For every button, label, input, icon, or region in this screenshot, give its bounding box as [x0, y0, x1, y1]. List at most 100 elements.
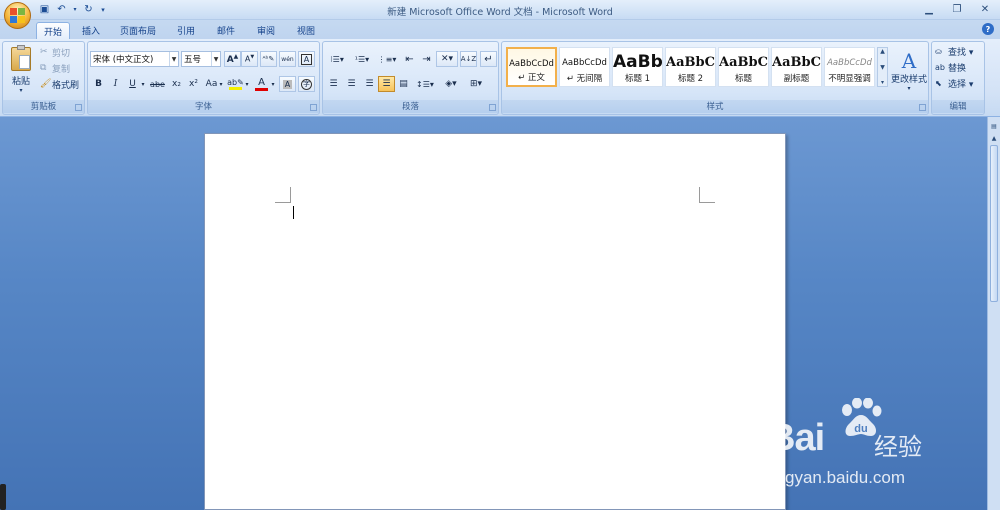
help-icon[interactable]: ?: [982, 23, 994, 35]
enclose-characters-button[interactable]: 字: [298, 76, 315, 92]
clipboard-dialog-launcher[interactable]: [75, 104, 82, 111]
replace-button[interactable]: ab 替换: [934, 59, 984, 75]
select-button[interactable]: ⬉ 选择 ▾: [934, 75, 984, 91]
highlight-button[interactable]: ab✎: [227, 76, 244, 92]
subscript-button[interactable]: x₂: [168, 76, 185, 92]
phonetic-guide-button[interactable]: wén: [279, 51, 296, 67]
line-spacing-icon: ↕☰▾: [416, 79, 434, 89]
style-subtle-emphasis[interactable]: AaBbCcDd 不明显强调: [824, 47, 875, 87]
increase-indent-button[interactable]: ⇥: [418, 51, 435, 67]
borders-button[interactable]: ⊞▾: [464, 76, 488, 92]
style-heading-1[interactable]: AaBb 标题 1: [612, 47, 663, 87]
tab-page-layout[interactable]: 页面布局: [112, 22, 164, 39]
styles-dialog-launcher[interactable]: [919, 104, 926, 111]
highlighter-icon: ab✎: [227, 78, 244, 87]
strikethrough-button[interactable]: abe: [148, 76, 167, 92]
document-page[interactable]: [204, 133, 786, 510]
bold-button[interactable]: B: [90, 76, 107, 92]
scroll-up-icon[interactable]: ▲: [989, 133, 999, 143]
align-left-button[interactable]: ☰: [325, 76, 342, 92]
underline-dropdown-icon[interactable]: ▾: [139, 76, 147, 92]
style-no-spacing[interactable]: AaBbCcDd ↵ 无间隔: [559, 47, 610, 87]
style-heading-2[interactable]: AaBbC 标题 2: [665, 47, 716, 87]
font-size-combo[interactable]: 五号 ▼: [181, 51, 221, 67]
tab-insert[interactable]: 插入: [74, 22, 108, 39]
shading-button[interactable]: ◈▾: [439, 76, 463, 92]
numbering-button[interactable]: ¹☰▾: [350, 51, 374, 67]
highlight-dropdown-icon[interactable]: ▾: [243, 76, 251, 92]
style-name: ↵ 无间隔: [566, 74, 603, 84]
select-label: 选择 ▾: [948, 79, 974, 90]
character-border-icon: A: [300, 53, 313, 65]
styles-group-label: 样式: [502, 100, 928, 113]
character-border-button[interactable]: A: [298, 51, 315, 67]
decrease-indent-icon: ⇤: [405, 53, 414, 65]
chevron-up-icon[interactable]: ▲: [880, 48, 885, 55]
font-dialog-launcher[interactable]: [310, 104, 317, 111]
multilevel-list-button[interactable]: ⋮≡▾: [375, 51, 399, 67]
grow-font-button[interactable]: A▲: [224, 51, 241, 67]
style-normal[interactable]: AaBbCcDd ↵ 正文: [506, 47, 557, 87]
minimize-button[interactable]: ▁: [918, 2, 940, 16]
chevron-down-icon[interactable]: ▼: [880, 64, 885, 71]
paragraph-dialog-launcher[interactable]: [489, 104, 496, 111]
format-painter-button[interactable]: 🖌 格式刷: [39, 76, 85, 92]
office-button[interactable]: [4, 2, 31, 29]
numbering-icon: ¹☰▾: [354, 54, 370, 64]
tab-references[interactable]: 引用: [168, 22, 204, 39]
bullets-button[interactable]: ⁝☰▾: [325, 51, 349, 67]
restore-button[interactable]: ❐: [946, 2, 968, 16]
tab-mailings[interactable]: 邮件: [208, 22, 244, 39]
line-spacing-button[interactable]: ↕☰▾: [414, 76, 436, 92]
close-button[interactable]: ✕: [974, 2, 996, 16]
font-name-combo[interactable]: 宋体 (中文正文) ▼: [90, 51, 179, 67]
font-color-dropdown-icon[interactable]: ▾: [269, 76, 277, 92]
superscript-button[interactable]: x²: [185, 76, 202, 92]
tab-home[interactable]: 开始: [36, 22, 70, 39]
distributed-icon: ▤: [399, 79, 408, 89]
character-shading-button[interactable]: A: [279, 76, 296, 92]
change-case-dropdown-icon[interactable]: ▾: [217, 76, 225, 92]
align-right-button[interactable]: ☰: [361, 76, 378, 92]
more-styles-icon[interactable]: ▾: [881, 79, 884, 86]
binoculars-icon: ⛀: [935, 46, 942, 56]
cut-button[interactable]: ✂ 剪切: [39, 44, 83, 60]
paste-button[interactable]: 粘贴 ▾: [6, 44, 36, 96]
chevron-down-icon[interactable]: ▼: [169, 52, 178, 66]
chinese-layout-button[interactable]: ✕▾: [436, 51, 458, 67]
tab-review[interactable]: 审阅: [248, 22, 284, 39]
margin-corner-top-right: [699, 187, 715, 203]
change-styles-button[interactable]: A 更改样式 ▾: [890, 44, 928, 98]
paragraph-mark-icon: ↵: [484, 53, 493, 65]
view-ruler-icon[interactable]: ▤: [989, 121, 999, 131]
font-size-value: 五号: [184, 55, 202, 65]
font-name-value: 宋体 (中文正文): [93, 55, 154, 65]
office-logo-icon: [10, 8, 25, 23]
style-preview: AaBbC: [719, 55, 768, 70]
replace-label: 替换: [948, 63, 967, 74]
justify-button[interactable]: ☰: [378, 76, 395, 92]
align-center-button[interactable]: ☰: [343, 76, 360, 92]
watermark-brand: Bai: [768, 417, 825, 459]
sort-button[interactable]: A↓Z: [460, 51, 477, 67]
clear-formatting-button[interactable]: ᴬᵇ✎: [260, 51, 277, 67]
chevron-down-icon[interactable]: ▼: [211, 52, 220, 66]
editing-group: ⛀ 查找 ▾ ab 替换 ⬉ 选择 ▾ 编辑: [931, 41, 985, 115]
clipboard-group: 粘贴 ▾ ✂ 剪切 ⧉ 复制 🖌 格式刷 剪贴板: [2, 41, 85, 115]
shrink-font-button[interactable]: A▼: [241, 51, 258, 67]
italic-button[interactable]: I: [107, 76, 124, 92]
style-title[interactable]: AaBbC 标题: [718, 47, 769, 87]
style-subtitle[interactable]: AaBbC 副标题: [771, 47, 822, 87]
tab-view[interactable]: 视图: [288, 22, 324, 39]
find-button[interactable]: ⛀ 查找 ▾: [934, 43, 984, 59]
font-color-button[interactable]: A: [253, 76, 270, 92]
cursor-icon: ⬉: [935, 78, 942, 88]
style-preview: AaBbCcDd: [827, 58, 872, 68]
decrease-indent-button[interactable]: ⇤: [401, 51, 418, 67]
show-hide-marks-button[interactable]: ↵: [480, 51, 497, 67]
scrollbar-thumb[interactable]: [990, 145, 998, 302]
distributed-button[interactable]: ▤: [395, 76, 412, 92]
copy-button[interactable]: ⧉ 复制: [39, 60, 83, 76]
style-preview: AaBbC: [666, 55, 715, 70]
style-name: 标题 2: [677, 74, 704, 84]
